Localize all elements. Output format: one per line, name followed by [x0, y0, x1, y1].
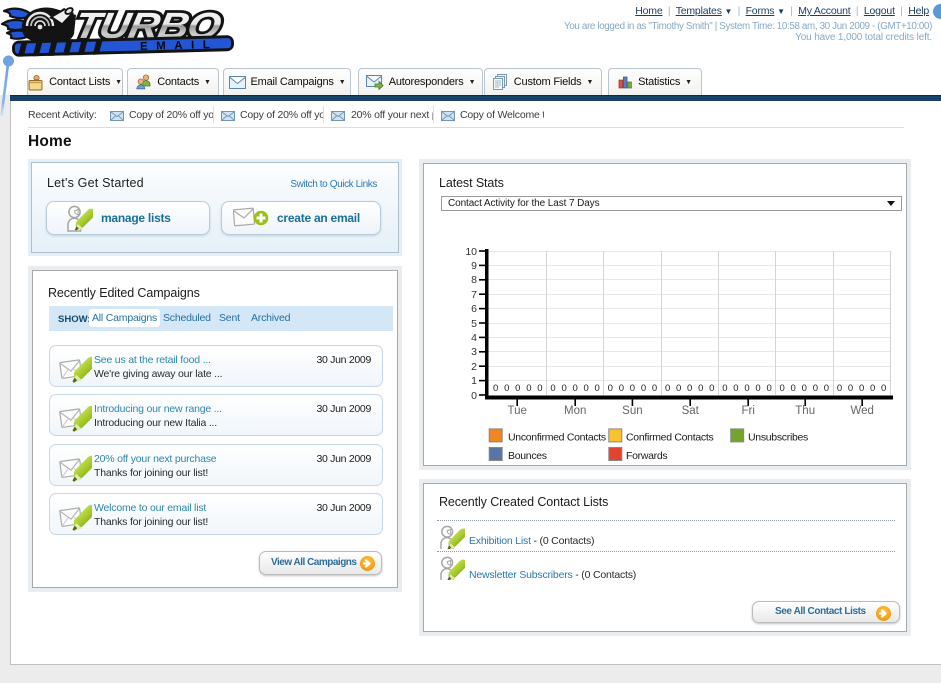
svg-text:3: 3	[471, 346, 477, 358]
svg-text:Wed: Wed	[850, 405, 873, 417]
svg-text:0: 0	[859, 383, 864, 394]
svg-text:0: 0	[824, 383, 829, 394]
svg-text:Forwards: Forwards	[626, 450, 667, 462]
svg-text:0: 0	[630, 383, 635, 394]
svg-text:0: 0	[813, 383, 818, 394]
svg-text:0: 0	[561, 383, 566, 394]
svg-text:0: 0	[744, 383, 749, 394]
svg-text:0: 0	[652, 383, 657, 394]
svg-text:Confirmed Contacts: Confirmed Contacts	[626, 432, 713, 444]
svg-text:0: 0	[722, 383, 727, 394]
svg-text:Sat: Sat	[682, 405, 700, 417]
svg-text:0: 0	[791, 383, 796, 394]
svg-text:0: 0	[595, 383, 600, 394]
svg-text:7: 7	[471, 289, 477, 301]
svg-text:0: 0	[537, 383, 542, 394]
svg-text:0: 0	[471, 390, 477, 402]
svg-text:0: 0	[504, 383, 509, 394]
svg-text:0: 0	[493, 383, 498, 394]
svg-text:5: 5	[471, 318, 477, 330]
svg-text:0: 0	[881, 383, 886, 394]
svg-text:0: 0	[870, 383, 875, 394]
svg-text:0: 0	[515, 383, 520, 394]
svg-text:2: 2	[471, 361, 477, 373]
svg-text:Bounces: Bounces	[508, 450, 547, 462]
svg-text:6: 6	[471, 303, 477, 315]
svg-text:Fri: Fri	[741, 405, 754, 417]
svg-text:0: 0	[709, 383, 714, 394]
svg-text:Mon: Mon	[564, 405, 586, 417]
svg-text:Tue: Tue	[508, 405, 527, 417]
svg-text:0: 0	[733, 383, 738, 394]
svg-text:0: 0	[848, 383, 853, 394]
svg-text:0: 0	[676, 383, 681, 394]
svg-text:8: 8	[471, 274, 477, 286]
svg-text:0: 0	[641, 383, 646, 394]
svg-text:4: 4	[471, 332, 477, 344]
svg-text:Sun: Sun	[622, 405, 642, 417]
svg-text:Unconfirmed Contacts: Unconfirmed Contacts	[508, 432, 606, 444]
svg-text:Thu: Thu	[795, 405, 815, 417]
svg-text:0: 0	[755, 383, 760, 394]
svg-text:0: 0	[572, 383, 577, 394]
svg-text:EMAIL: EMAIL	[140, 39, 219, 53]
svg-text:1: 1	[471, 375, 477, 387]
svg-text:0: 0	[802, 383, 807, 394]
svg-text:0: 0	[584, 383, 589, 394]
svg-text:0: 0	[550, 383, 555, 394]
svg-text:0: 0	[665, 383, 670, 394]
svg-text:0: 0	[766, 383, 771, 394]
svg-text:10: 10	[465, 246, 477, 258]
svg-text:0: 0	[780, 383, 785, 394]
svg-text:9: 9	[471, 260, 477, 272]
svg-text:Unsubscribes: Unsubscribes	[748, 432, 808, 444]
svg-text:0: 0	[526, 383, 531, 394]
svg-text:0: 0	[687, 383, 692, 394]
svg-text:0: 0	[837, 383, 842, 394]
svg-text:0: 0	[698, 383, 703, 394]
svg-text:0: 0	[619, 383, 624, 394]
svg-text:0: 0	[608, 383, 613, 394]
